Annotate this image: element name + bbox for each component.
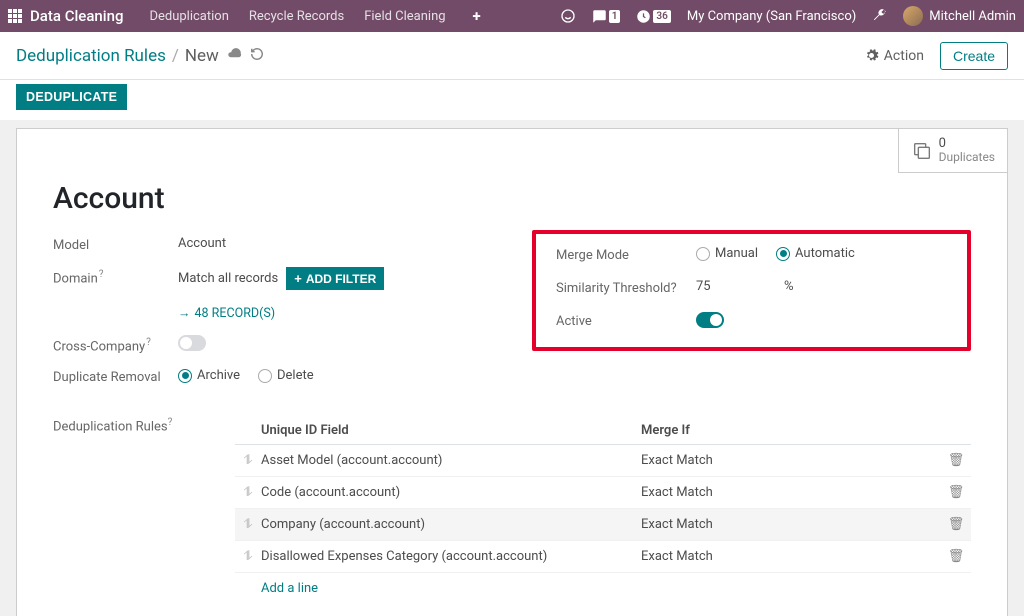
dup-removal-archive[interactable]: Archive	[178, 368, 240, 383]
discard-icon[interactable]	[250, 47, 264, 65]
label-dup-removal: Duplicate Removal	[53, 368, 178, 385]
user-name: Mitchell Admin	[929, 9, 1016, 24]
label-cross-company: Cross-Company?	[53, 335, 178, 354]
main-scroll[interactable]: DEDUPLICATE 0 Duplicates Account Model A…	[0, 80, 1024, 616]
trash-icon[interactable]: 🗑	[941, 485, 971, 500]
apps-icon[interactable]	[8, 9, 22, 23]
breadcrumb-current: New	[185, 46, 219, 66]
label-sim-threshold: Similarity Threshold?	[556, 279, 696, 296]
action-dropdown[interactable]: Action	[864, 48, 924, 64]
duplicates-count: 0	[939, 137, 995, 151]
action-label: Action	[884, 48, 924, 64]
highlight-box: Merge Mode Manual Automatic	[532, 230, 971, 351]
trash-icon[interactable]: 🗑	[941, 549, 971, 564]
table-row[interactable]: ⥮ Disallowed Expenses Category (account.…	[235, 541, 971, 573]
page-title[interactable]: Account	[53, 129, 971, 236]
label-model: Model	[53, 236, 178, 253]
breadcrumb-root[interactable]: Deduplication Rules	[16, 46, 166, 66]
breadcrumb: Deduplication Rules / New	[16, 46, 264, 66]
activities-icon[interactable]: 36	[636, 9, 670, 24]
duplicates-label: Duplicates	[939, 151, 995, 164]
user-menu[interactable]: Mitchell Admin	[903, 6, 1016, 26]
trash-icon[interactable]: 🗑	[941, 453, 971, 468]
nav-recycle-records[interactable]: Recycle Records	[249, 9, 344, 24]
add-filter-button[interactable]: + ADD FILTER	[286, 267, 384, 290]
label-merge-mode: Merge Mode	[556, 246, 696, 263]
dup-removal-delete[interactable]: Delete	[258, 368, 314, 383]
value-model[interactable]: Account	[178, 236, 492, 251]
nav-field-cleaning[interactable]: Field Cleaning	[364, 9, 445, 24]
cloud-save-icon[interactable]	[227, 46, 242, 65]
cross-company-toggle[interactable]	[178, 335, 206, 351]
sim-threshold-unit: %	[784, 279, 794, 294]
messages-badge: 1	[609, 10, 621, 23]
nav-add-menu[interactable]: +	[466, 5, 488, 27]
merge-mode-automatic[interactable]: Automatic	[776, 246, 855, 261]
add-line-link[interactable]: Add a line	[235, 573, 971, 604]
top-navbar: Data Cleaning Deduplication Recycle Reco…	[0, 0, 1024, 32]
brand-wrap[interactable]: Data Cleaning	[8, 7, 123, 25]
company-switcher[interactable]: My Company (San Francisco)	[687, 9, 856, 24]
avatar	[903, 6, 923, 26]
nav-deduplication[interactable]: Deduplication	[149, 9, 228, 24]
records-link[interactable]: → 48 RECORD(S)	[178, 306, 275, 321]
merge-mode-manual[interactable]: Manual	[696, 246, 758, 261]
drag-handle-icon[interactable]: ⥮	[235, 453, 261, 468]
rules-header-field[interactable]: Unique ID Field	[261, 423, 641, 438]
status-strip: DEDUPLICATE	[0, 80, 1024, 120]
left-column: Model Account Domain? Match all records …	[53, 236, 492, 399]
duplicates-icon	[911, 140, 933, 162]
drag-handle-icon[interactable]: ⥮	[235, 517, 261, 532]
sim-threshold-value[interactable]: 75	[696, 279, 776, 294]
drag-handle-icon[interactable]: ⥮	[235, 549, 261, 564]
deduplicate-button[interactable]: DEDUPLICATE	[16, 84, 127, 110]
table-row[interactable]: ⥮ Code (account.account) Exact Match 🗑	[235, 477, 971, 509]
domain-match-text: Match all records	[178, 271, 278, 286]
breadcrumb-sep: /	[172, 46, 179, 66]
settings-icon[interactable]	[872, 7, 887, 26]
brand-title[interactable]: Data Cleaning	[30, 7, 123, 25]
right-column: Merge Mode Manual Automatic	[532, 236, 971, 351]
active-toggle[interactable]	[696, 312, 724, 328]
form-sheet: 0 Duplicates Account Model Account Domai…	[16, 128, 1008, 616]
drag-handle-icon[interactable]: ⥮	[235, 485, 261, 500]
support-icon[interactable]	[560, 8, 576, 24]
label-domain: Domain?	[53, 267, 178, 286]
duplicates-stat[interactable]: 0 Duplicates	[898, 128, 1008, 173]
rules-header-merge[interactable]: Merge If	[641, 423, 941, 438]
trash-icon[interactable]: 🗑	[941, 517, 971, 532]
label-dedup-rules: Deduplication Rules?	[53, 417, 235, 604]
activities-badge: 36	[653, 10, 670, 23]
rules-table: Unique ID Field Merge If ⥮ Asset Model (…	[235, 417, 971, 604]
control-bar: Deduplication Rules / New Action Create	[0, 32, 1024, 80]
label-active: Active	[556, 312, 696, 329]
table-row[interactable]: ⥮ Asset Model (account.account) Exact Ma…	[235, 445, 971, 477]
create-button[interactable]: Create	[940, 42, 1008, 70]
messages-icon[interactable]: 1	[592, 9, 621, 24]
table-row[interactable]: ⥮ Company (account.account) Exact Match …	[235, 509, 971, 541]
